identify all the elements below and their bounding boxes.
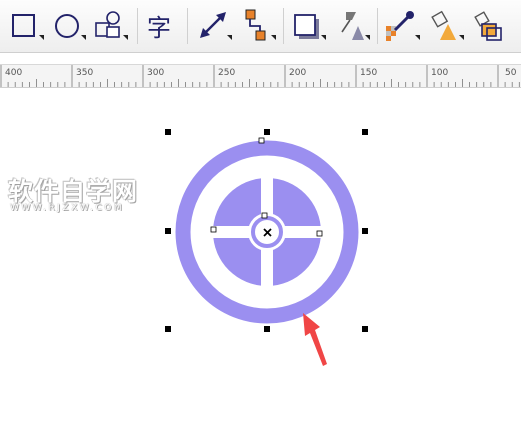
red-arrow-annotation: [303, 313, 327, 366]
handle-left[interactable]: [165, 228, 171, 234]
handle-top-left[interactable]: [165, 129, 171, 135]
handle-bottom[interactable]: [264, 326, 270, 332]
handle-top-right[interactable]: [362, 129, 368, 135]
node-handle[interactable]: [261, 212, 268, 219]
handle-right[interactable]: [362, 228, 368, 234]
handle-bottom-left[interactable]: [165, 326, 171, 332]
node-handle[interactable]: [258, 137, 265, 144]
handle-bottom-right[interactable]: [362, 326, 368, 332]
node-handle[interactable]: [210, 226, 217, 233]
node-handle[interactable]: [316, 230, 323, 237]
handle-top[interactable]: [264, 129, 270, 135]
drawing-canvas[interactable]: [0, 0, 521, 444]
